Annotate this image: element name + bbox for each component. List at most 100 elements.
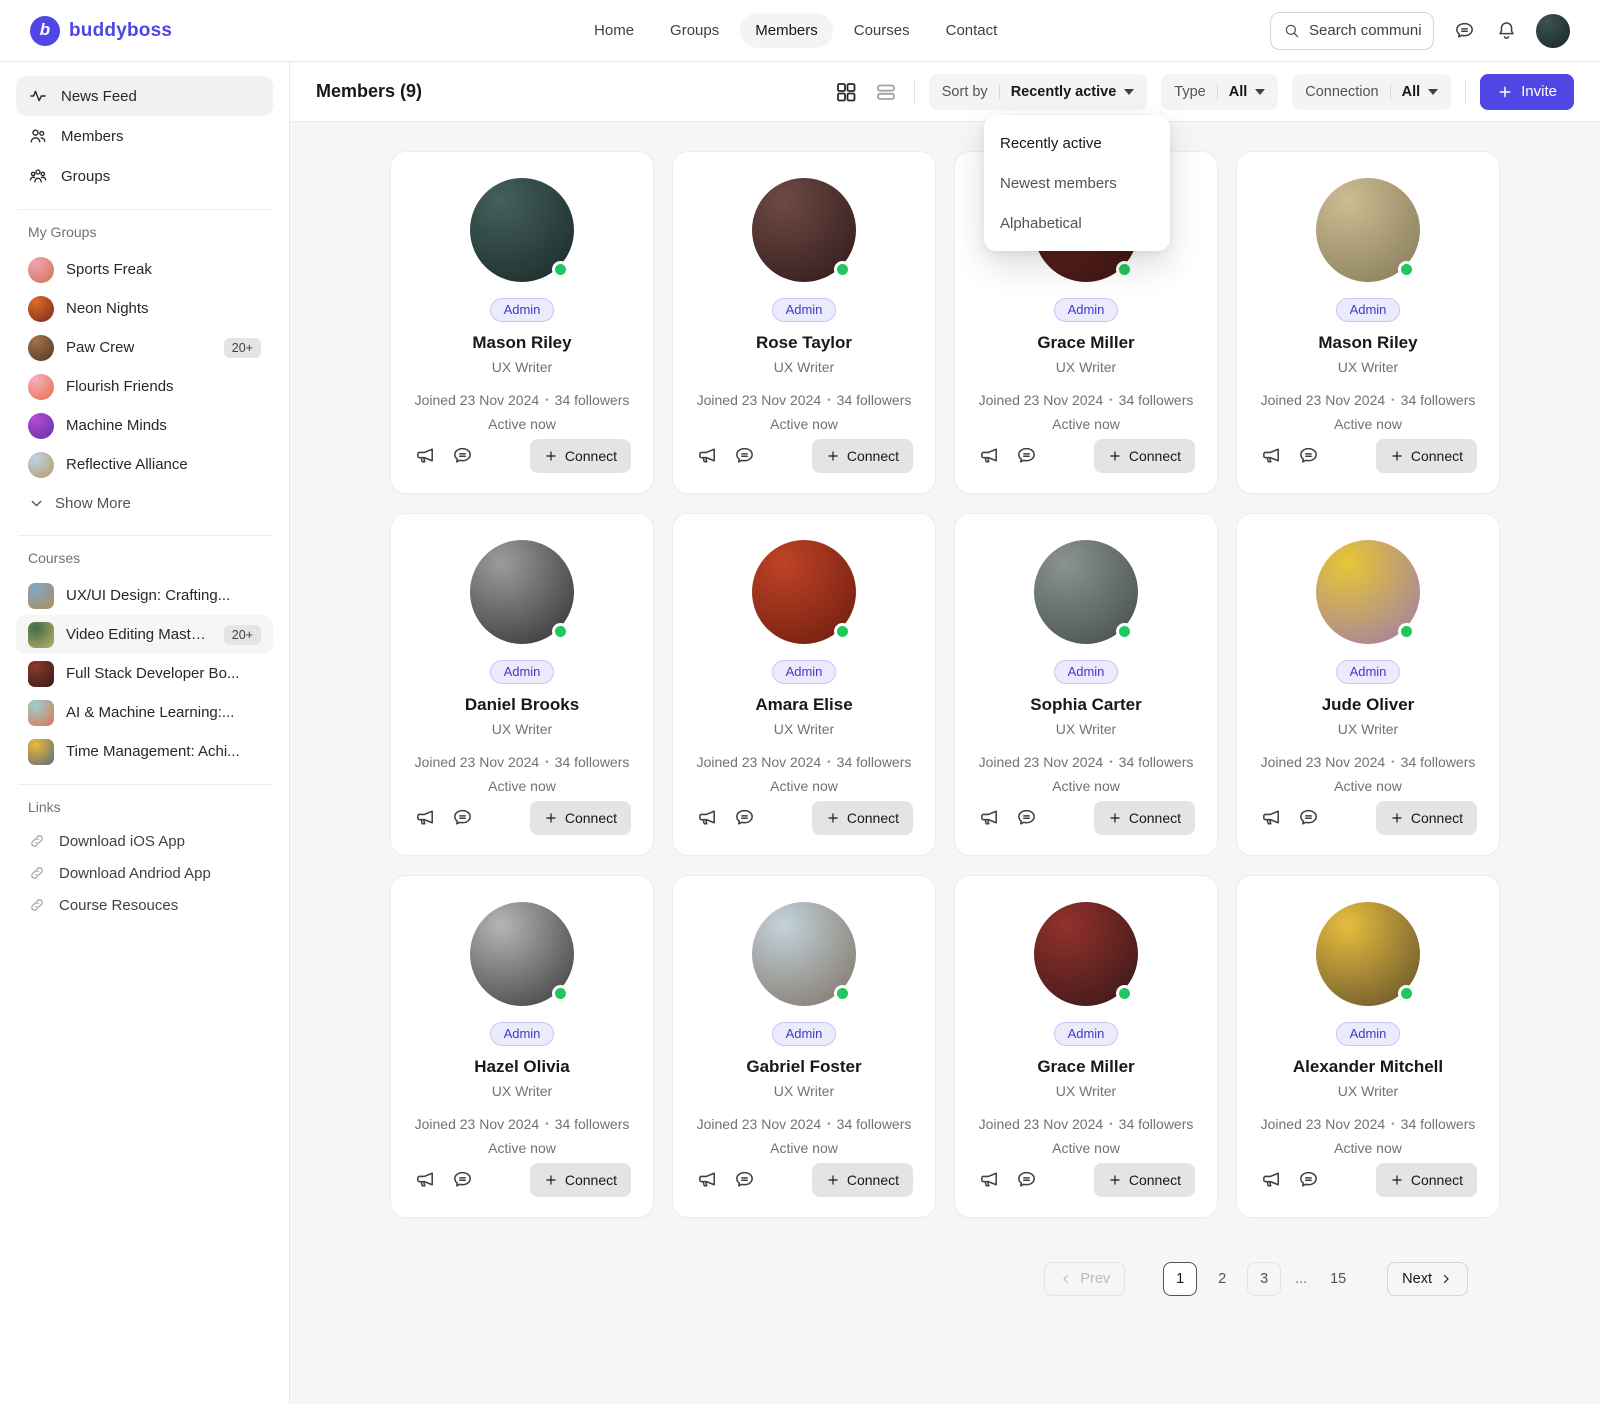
show-more-button[interactable]: Show More (16, 484, 273, 522)
sidebar-item-groups[interactable]: Groups (16, 156, 273, 196)
nav-item-groups[interactable]: Groups (655, 13, 734, 48)
sidebar-link-item[interactable]: Download Andriod App (16, 857, 273, 889)
member-name[interactable]: Grace Miller (1037, 1057, 1134, 1077)
connect-button[interactable]: Connect (530, 1163, 631, 1197)
connect-button[interactable]: Connect (1094, 439, 1195, 473)
promote-button[interactable] (977, 806, 1001, 830)
connect-button[interactable]: Connect (530, 439, 631, 473)
nav-item-courses[interactable]: Courses (839, 13, 925, 48)
sort-menu-item[interactable]: Alphabetical (984, 203, 1170, 243)
member-avatar[interactable] (1316, 540, 1420, 644)
message-button[interactable] (1296, 1168, 1320, 1192)
member-name[interactable]: Grace Miller (1037, 333, 1134, 353)
member-name[interactable]: Hazel Olivia (474, 1057, 569, 1077)
member-avatar[interactable] (752, 540, 856, 644)
member-avatar[interactable] (1316, 178, 1420, 282)
message-button[interactable] (1014, 444, 1038, 468)
connect-button[interactable]: Connect (1376, 801, 1477, 835)
nav-item-members[interactable]: Members (740, 13, 833, 48)
message-button[interactable] (450, 444, 474, 468)
profile-avatar[interactable] (1536, 14, 1570, 48)
pagination-page-button[interactable]: 15 (1321, 1262, 1355, 1296)
pagination-next-button[interactable]: Next (1387, 1262, 1468, 1296)
message-button[interactable] (1014, 806, 1038, 830)
nav-item-home[interactable]: Home (579, 13, 649, 48)
connect-button[interactable]: Connect (812, 1163, 913, 1197)
member-name[interactable]: Sophia Carter (1030, 695, 1141, 715)
sort-menu-item[interactable]: Recently active (984, 123, 1170, 163)
notifications-button[interactable] (1494, 19, 1518, 43)
member-avatar[interactable] (752, 902, 856, 1006)
promote-button[interactable] (1259, 444, 1283, 468)
connect-button[interactable]: Connect (812, 801, 913, 835)
connect-button[interactable]: Connect (812, 439, 913, 473)
sidebar-course-item[interactable]: Full Stack Developer Bo... (16, 654, 273, 693)
message-button[interactable] (450, 1168, 474, 1192)
message-button[interactable] (732, 444, 756, 468)
sidebar-item-members[interactable]: Members (16, 116, 273, 156)
member-avatar[interactable] (1034, 902, 1138, 1006)
sidebar-link-item[interactable]: Download iOS App (16, 825, 273, 857)
message-button[interactable] (1296, 806, 1320, 830)
connect-button[interactable]: Connect (1094, 801, 1195, 835)
sort-by-dropdown[interactable]: Sort by Recently active (929, 74, 1148, 110)
sidebar-course-item[interactable]: AI & Machine Learning:... (16, 693, 273, 732)
connect-button[interactable]: Connect (530, 801, 631, 835)
member-avatar[interactable] (470, 178, 574, 282)
sidebar-group-item[interactable]: Flourish Friends (16, 367, 273, 406)
promote-button[interactable] (1259, 1168, 1283, 1192)
promote-button[interactable] (413, 806, 437, 830)
type-dropdown[interactable]: Type All (1161, 74, 1278, 110)
sidebar-link-item[interactable]: Course Resouces (16, 889, 273, 921)
member-name[interactable]: Mason Riley (1318, 333, 1417, 353)
sidebar-course-item[interactable]: Time Management: Achi... (16, 732, 273, 771)
invite-button[interactable]: Invite (1480, 74, 1574, 110)
message-button[interactable] (450, 806, 474, 830)
pagination-page-button[interactable]: 1 (1163, 1262, 1197, 1296)
member-name[interactable]: Rose Taylor (756, 333, 852, 353)
sort-menu-item[interactable]: Newest members (984, 163, 1170, 203)
message-button[interactable] (732, 806, 756, 830)
message-button[interactable] (1296, 444, 1320, 468)
sidebar-item-news-feed[interactable]: News Feed (16, 76, 273, 116)
grid-view-button[interactable] (832, 78, 860, 106)
sidebar-group-item[interactable]: Reflective Alliance (16, 445, 273, 484)
promote-button[interactable] (695, 1168, 719, 1192)
promote-button[interactable] (1259, 806, 1283, 830)
message-button[interactable] (1014, 1168, 1038, 1192)
brand[interactable]: b buddyboss (30, 16, 172, 46)
pagination-page-button[interactable]: 3 (1247, 1262, 1281, 1296)
member-name[interactable]: Amara Elise (755, 695, 852, 715)
pagination-page-button[interactable]: 2 (1205, 1262, 1239, 1296)
member-name[interactable]: Gabriel Foster (746, 1057, 861, 1077)
nav-item-contact[interactable]: Contact (931, 13, 1013, 48)
sidebar-course-item[interactable]: UX/UI Design: Crafting... (16, 576, 273, 615)
message-button[interactable] (732, 1168, 756, 1192)
sidebar-group-item[interactable]: Paw Crew 20+ (16, 328, 273, 367)
member-avatar[interactable] (752, 178, 856, 282)
search-input[interactable] (1309, 22, 1421, 39)
member-name[interactable]: Daniel Brooks (465, 695, 579, 715)
promote-button[interactable] (413, 444, 437, 468)
connect-button[interactable]: Connect (1376, 1163, 1477, 1197)
sidebar-course-item[interactable]: Video Editing Mastercla... 20+ (16, 615, 273, 654)
promote-button[interactable] (977, 1168, 1001, 1192)
member-name[interactable]: Jude Oliver (1322, 695, 1415, 715)
promote-button[interactable] (413, 1168, 437, 1192)
member-avatar[interactable] (1316, 902, 1420, 1006)
sidebar-group-item[interactable]: Machine Minds (16, 406, 273, 445)
connect-button[interactable]: Connect (1376, 439, 1477, 473)
promote-button[interactable] (695, 806, 719, 830)
pagination-page-button[interactable]: ... (1289, 1262, 1313, 1296)
sidebar-group-item[interactable]: Sports Freak (16, 250, 273, 289)
member-avatar[interactable] (1034, 540, 1138, 644)
promote-button[interactable] (695, 444, 719, 468)
pagination-prev-button[interactable]: Prev (1044, 1262, 1125, 1296)
connect-button[interactable]: Connect (1094, 1163, 1195, 1197)
member-avatar[interactable] (470, 540, 574, 644)
list-view-button[interactable] (872, 78, 900, 106)
sidebar-group-item[interactable]: Neon Nights (16, 289, 273, 328)
promote-button[interactable] (977, 444, 1001, 468)
member-name[interactable]: Alexander Mitchell (1293, 1057, 1443, 1077)
search-box[interactable] (1270, 12, 1434, 50)
